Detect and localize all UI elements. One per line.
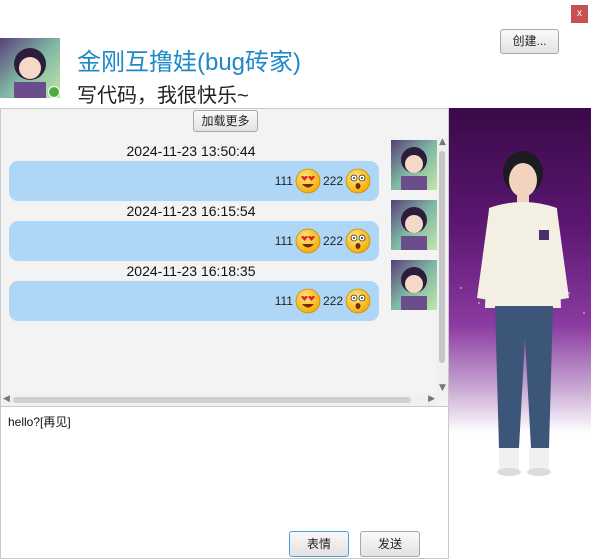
message-text: 111	[274, 174, 293, 188]
load-more-button[interactable]: 加载更多	[193, 110, 258, 132]
character-show-panel	[449, 108, 591, 559]
sender-avatar	[391, 200, 437, 250]
message-bubble: 111 222	[9, 281, 379, 321]
message-bubble: 111 222	[9, 161, 379, 201]
scroll-right-arrow-icon[interactable]: ▶	[428, 394, 435, 404]
message-bubble: 111 222	[9, 221, 379, 261]
surprised-emoji-icon	[345, 288, 371, 314]
surprised-emoji-icon	[345, 228, 371, 254]
sender-avatar	[391, 260, 437, 310]
horizontal-scroll-thumb[interactable]	[13, 397, 411, 403]
message-text: 111	[274, 294, 293, 308]
avatar	[0, 38, 60, 98]
contact-signature: 写代码，我很快乐~	[77, 85, 249, 107]
emoji-button[interactable]: 表情	[289, 531, 349, 557]
scroll-up-arrow-icon[interactable]: ▲	[439, 137, 446, 147]
message-text: 222	[322, 234, 343, 248]
surprised-emoji-icon	[345, 168, 371, 194]
message-list: 2024-11-23 13:50:44 111 222 2024-11-23 1…	[1, 137, 437, 393]
message-text: 111	[274, 234, 293, 248]
heart-eyes-emoji-icon	[295, 288, 321, 314]
create-button[interactable]: 创建...	[500, 29, 559, 54]
message-timestamp: 2024-11-23 13:50:44	[126, 143, 256, 159]
message-text: 222	[322, 294, 343, 308]
sender-avatar	[391, 140, 437, 190]
heart-eyes-emoji-icon	[295, 168, 321, 194]
contact-nickname: 金刚互撸娃(bug砖家)	[77, 49, 302, 76]
vertical-scroll-thumb[interactable]	[439, 151, 445, 363]
send-button[interactable]: 发送	[360, 531, 420, 557]
online-status-icon	[48, 86, 60, 98]
heart-eyes-emoji-icon	[295, 228, 321, 254]
message-input-text[interactable]: hello?[再见]	[8, 413, 71, 430]
close-button[interactable]: x	[571, 5, 588, 23]
character-figure	[477, 151, 569, 476]
message-text: 222	[322, 174, 343, 188]
scroll-down-arrow-icon[interactable]: ▼	[439, 383, 446, 393]
vertical-scrollbar[interactable]: ▲ ▼	[437, 137, 448, 393]
message-timestamp: 2024-11-23 16:18:35	[126, 263, 256, 279]
message-timestamp: 2024-11-23 16:15:54	[126, 203, 256, 219]
scroll-left-arrow-icon[interactable]: ◀	[3, 394, 10, 404]
horizontal-scrollbar[interactable]: ◀ ▶	[1, 394, 437, 406]
